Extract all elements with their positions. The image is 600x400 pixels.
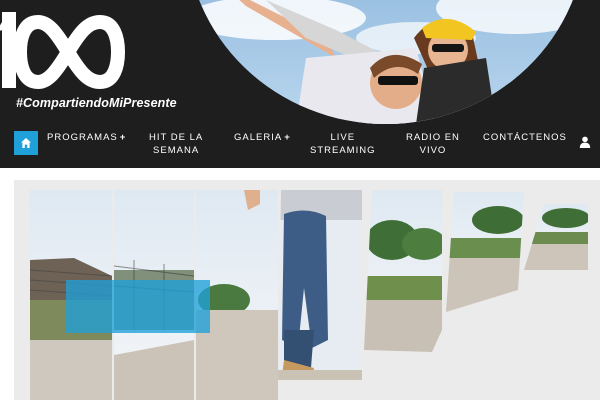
nav-label-line2: STREAMING [310,145,376,156]
submenu-plus-icon: + [119,132,127,143]
nav-home-button[interactable] [14,131,38,155]
nav-item-hit-de-la-semana[interactable]: HIT DE LA SEMANA [149,131,203,157]
submenu-plus-icon: + [284,132,291,143]
user-icon[interactable] [579,136,591,148]
nav-item-programas[interactable]: PROGRAMAS + [47,131,126,144]
nav-item-contactenos[interactable]: CONTÁCTENOS [483,131,567,144]
nav-label-line1: HIT DE LA [149,132,204,143]
nav-label: GALERIA [234,132,283,143]
logo-infinity-mark [0,12,126,90]
header-divider [0,168,600,180]
nav-label-line1: RADIO EN [406,132,460,143]
nav-item-live-streaming[interactable]: LIVE STREAMING [310,131,375,157]
nav-item-radio-en-vivo[interactable]: RADIO EN VIVO [406,131,460,157]
nav-label: CONTÁCTENOS [483,132,567,143]
nav-label-line2: SEMANA [153,145,200,156]
home-icon [21,138,31,148]
nav-label-line1: LIVE [330,132,356,143]
hashtag-slogan: #CompartiendoMiPresente [16,96,177,110]
site-logo[interactable]: 100 [0,2,196,92]
nav-label: PROGRAMAS [47,132,118,143]
header-banner-photo [186,0,586,124]
nav-item-galeria[interactable]: GALERIA + [234,131,291,144]
slide-caption-overlay[interactable] [66,280,210,333]
nav-label-line2: VIVO [419,145,447,156]
